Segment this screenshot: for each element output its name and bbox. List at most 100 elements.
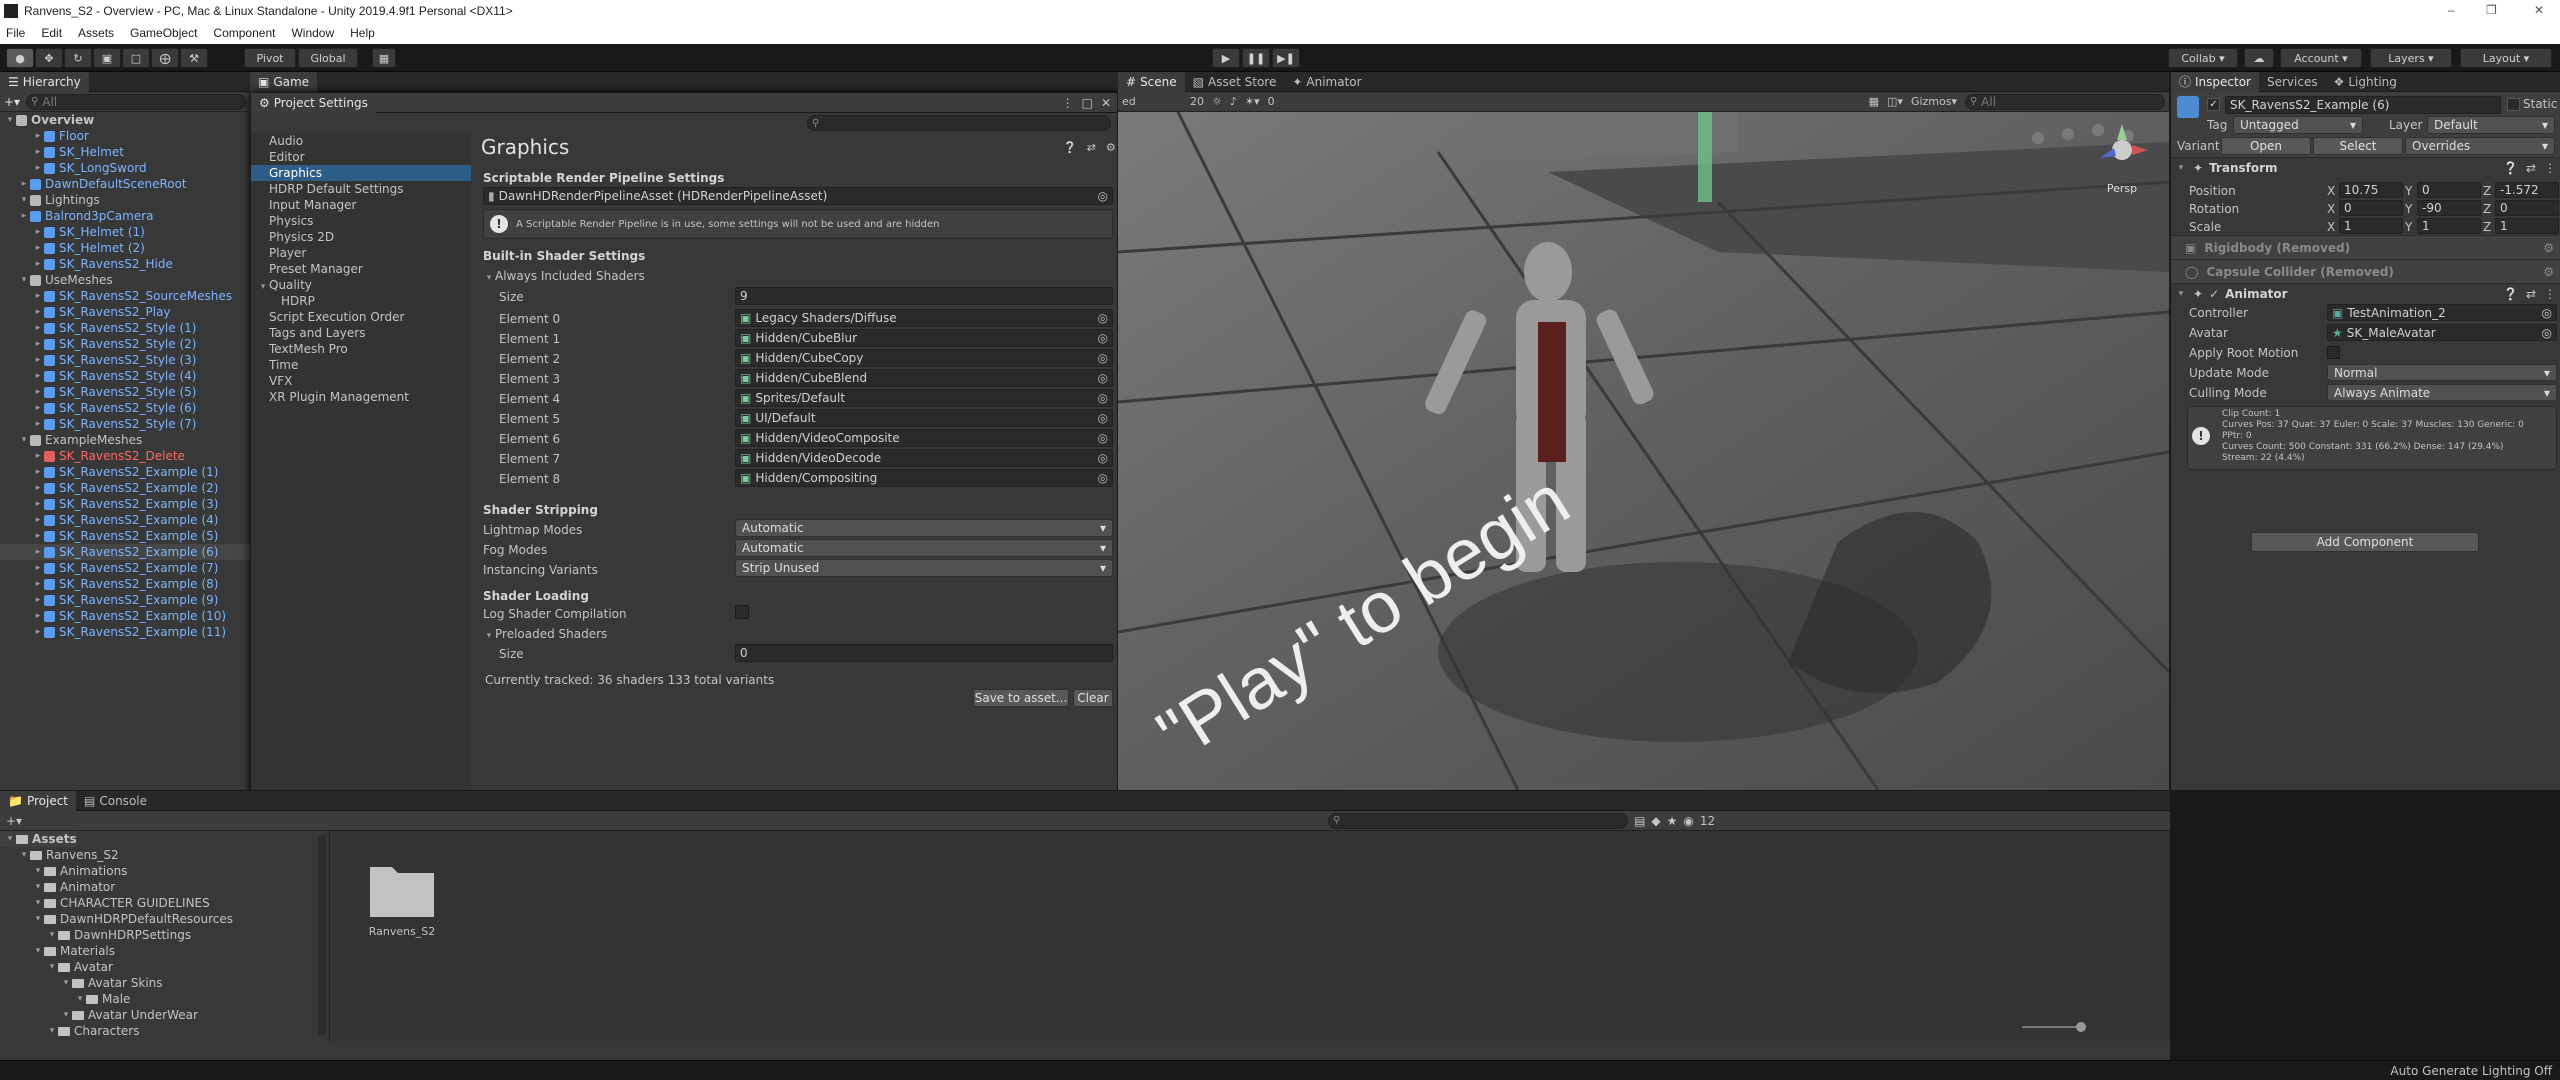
- preset-icon[interactable]: ⇄: [1087, 141, 1096, 154]
- minimize-button[interactable]: –: [2448, 3, 2455, 17]
- expand-arrow-icon[interactable]: ▸: [32, 547, 44, 557]
- tab-project[interactable]: 📁 Project: [0, 790, 77, 811]
- settings-nav-item[interactable]: Tags and Layers: [251, 325, 471, 341]
- layer-dropdown[interactable]: Default ▾: [2427, 116, 2555, 134]
- settings-cog-icon[interactable]: ⚙: [1106, 141, 1116, 154]
- tab-animator[interactable]: ✦ Animator: [1284, 72, 1369, 92]
- project-tree-item[interactable]: ▾ Avatar: [0, 959, 113, 975]
- hierarchy-row[interactable]: ▸ SK_RavensS2_Style (7): [0, 416, 250, 432]
- expand-arrow-icon[interactable]: ▸: [32, 419, 44, 429]
- rotation-y-input[interactable]: -90: [2417, 200, 2481, 216]
- shader-element-field[interactable]: ▣ Hidden/VideoDecode ◎: [735, 449, 1113, 467]
- active-checkbox[interactable]: ✓: [2207, 98, 2220, 111]
- tab-project-settings[interactable]: ⚙ Project Settings: [251, 92, 376, 113]
- menu-assets[interactable]: Assets: [78, 26, 114, 40]
- object-picker-icon[interactable]: ◎: [1098, 189, 1108, 203]
- hierarchy-row[interactable]: ▸ SK_RavensS2_Style (4): [0, 368, 250, 384]
- zoom-slider-thumb[interactable]: [2076, 1022, 2086, 1032]
- persp-label[interactable]: Persp: [2090, 182, 2154, 195]
- settings-nav-item[interactable]: Input Manager: [251, 197, 471, 213]
- hierarchy-row[interactable]: ▸ Floor: [0, 128, 250, 144]
- expand-arrow-icon[interactable]: ▸: [32, 307, 44, 317]
- grid-toggle-icon[interactable]: ▦: [1869, 95, 1879, 108]
- expand-arrow-icon[interactable]: ▾: [60, 1010, 72, 1020]
- rect-tool-icon[interactable]: □: [122, 48, 150, 68]
- expand-arrow-icon[interactable]: ▸: [32, 355, 44, 365]
- hierarchy-row[interactable]: ▸ SK_RavensS2_Example (5): [0, 528, 250, 544]
- shader-element-field[interactable]: ▣ Hidden/Compositing ◎: [735, 469, 1113, 487]
- shader-element-field[interactable]: ▣ Hidden/CubeCopy ◎: [735, 349, 1113, 367]
- expand-arrow-icon[interactable]: ▸: [32, 227, 44, 237]
- fog-modes-dropdown[interactable]: Automatic ▾: [735, 539, 1113, 557]
- tab-inspector[interactable]: ⓘ Inspector: [2171, 71, 2259, 92]
- expand-arrow-icon[interactable]: ▾: [74, 994, 86, 1004]
- hierarchy-search-input[interactable]: ⚲ All: [26, 93, 246, 110]
- project-tree-item[interactable]: ▾ Ranvens_S2: [0, 847, 119, 863]
- expand-arrow-icon[interactable]: ▸: [32, 243, 44, 253]
- scale-z-input[interactable]: 1: [2495, 218, 2559, 234]
- shader-element-field[interactable]: ▣ Legacy Shaders/Diffuse ◎: [735, 309, 1113, 327]
- expand-arrow-icon[interactable]: ▸: [32, 611, 44, 621]
- menu-edit[interactable]: Edit: [41, 26, 62, 40]
- controller-field[interactable]: ▣ TestAnimation_2 ◎: [2327, 304, 2557, 321]
- window-close-icon[interactable]: ✕: [1101, 96, 1111, 110]
- hierarchy-row[interactable]: ▸ SK_LongSword: [0, 160, 250, 176]
- expand-arrow-icon[interactable]: ▸: [32, 483, 44, 493]
- filter-label-icon[interactable]: ◆: [1651, 814, 1660, 828]
- expand-arrow-icon[interactable]: ▸: [32, 291, 44, 301]
- position-x-input[interactable]: 10.75: [2339, 182, 2403, 198]
- apply-root-motion-checkbox[interactable]: [2327, 346, 2340, 359]
- object-picker-icon[interactable]: ◎: [1098, 371, 1108, 385]
- rotate-tool-icon[interactable]: ↻: [64, 48, 92, 68]
- prefab-select-button[interactable]: Select: [2313, 137, 2403, 155]
- add-component-button[interactable]: Add Component: [2251, 532, 2479, 552]
- project-tree-item[interactable]: ▾ Materials: [0, 943, 115, 959]
- play-button[interactable]: ▶: [1212, 48, 1240, 68]
- animator-enabled-checkbox[interactable]: ✓: [2209, 287, 2219, 301]
- object-name-input[interactable]: SK_RavensS2_Example (6): [2225, 96, 2501, 114]
- grid-snap-icon[interactable]: ▦: [372, 48, 396, 68]
- shader-size-input[interactable]: 9: [735, 287, 1113, 305]
- object-picker-icon[interactable]: ◎: [2542, 306, 2552, 320]
- window-maximize-icon[interactable]: □: [1082, 96, 1093, 110]
- expand-arrow-icon[interactable]: ▸: [32, 147, 44, 157]
- preloaded-foldout[interactable]: ▾ Preloaded Shaders: [483, 627, 608, 641]
- hierarchy-row[interactable]: ▸ SK_RavensS2_Style (2): [0, 336, 250, 352]
- instancing-variants-dropdown[interactable]: Strip Unused ▾: [735, 559, 1113, 577]
- tab-lighting[interactable]: ❖ Lighting: [2326, 72, 2405, 92]
- window-menu-icon[interactable]: ⋮: [1062, 96, 1074, 110]
- rotation-x-input[interactable]: 0: [2339, 200, 2403, 216]
- global-toggle[interactable]: Global: [298, 48, 358, 68]
- menu-window[interactable]: Window: [291, 26, 334, 40]
- expand-arrow-icon[interactable]: ▾: [46, 1026, 58, 1036]
- camera-dropdown-icon[interactable]: ◫▾: [1887, 95, 1903, 108]
- object-picker-icon[interactable]: ◎: [1098, 411, 1108, 425]
- settings-nav-item[interactable]: TextMesh Pro: [251, 341, 471, 357]
- hierarchy-row[interactable]: ▾ Overview: [0, 112, 250, 128]
- hierarchy-row[interactable]: ▸ SK_RavensS2_Example (2): [0, 480, 250, 496]
- filter-type-icon[interactable]: ▤: [1634, 814, 1645, 828]
- expand-arrow-icon[interactable]: ▾: [4, 115, 16, 125]
- preset-icon[interactable]: ⇄: [2526, 161, 2536, 175]
- settings-nav-item[interactable]: Preset Manager: [251, 261, 471, 277]
- object-picker-icon[interactable]: ◎: [1098, 311, 1108, 325]
- expand-arrow-icon[interactable]: ▸: [32, 259, 44, 269]
- static-checkbox[interactable]: [2507, 98, 2520, 111]
- settings-nav-item[interactable]: Script Execution Order: [251, 309, 471, 325]
- settings-search-input[interactable]: ⚲: [807, 115, 1111, 131]
- hierarchy-row[interactable]: ▸ SK_RavensS2_Example (9): [0, 592, 250, 608]
- shader-element-field[interactable]: ▣ Hidden/VideoComposite ◎: [735, 429, 1113, 447]
- tag-dropdown[interactable]: Untagged ▾: [2233, 116, 2363, 134]
- hierarchy-row[interactable]: ▸ SK_RavensS2_Hide: [0, 256, 250, 272]
- hierarchy-row[interactable]: ▸ SK_RavensS2_Example (4): [0, 512, 250, 528]
- expand-arrow-icon[interactable]: ▸: [32, 163, 44, 173]
- zoom-slider[interactable]: [2022, 1022, 2086, 1032]
- project-tree-item[interactable]: ▾ Male: [0, 991, 131, 1007]
- expand-arrow-icon[interactable]: ▸: [32, 403, 44, 413]
- help-icon[interactable]: ❔: [1063, 141, 1077, 154]
- expand-arrow-icon[interactable]: ▾: [32, 866, 44, 876]
- project-tree-item[interactable]: ▾ Avatar Skins: [0, 975, 163, 991]
- shader-element-field[interactable]: ▣ Hidden/CubeBlend ◎: [735, 369, 1113, 387]
- log-compilation-checkbox[interactable]: [735, 605, 749, 619]
- settings-nav-item[interactable]: Editor: [251, 149, 471, 165]
